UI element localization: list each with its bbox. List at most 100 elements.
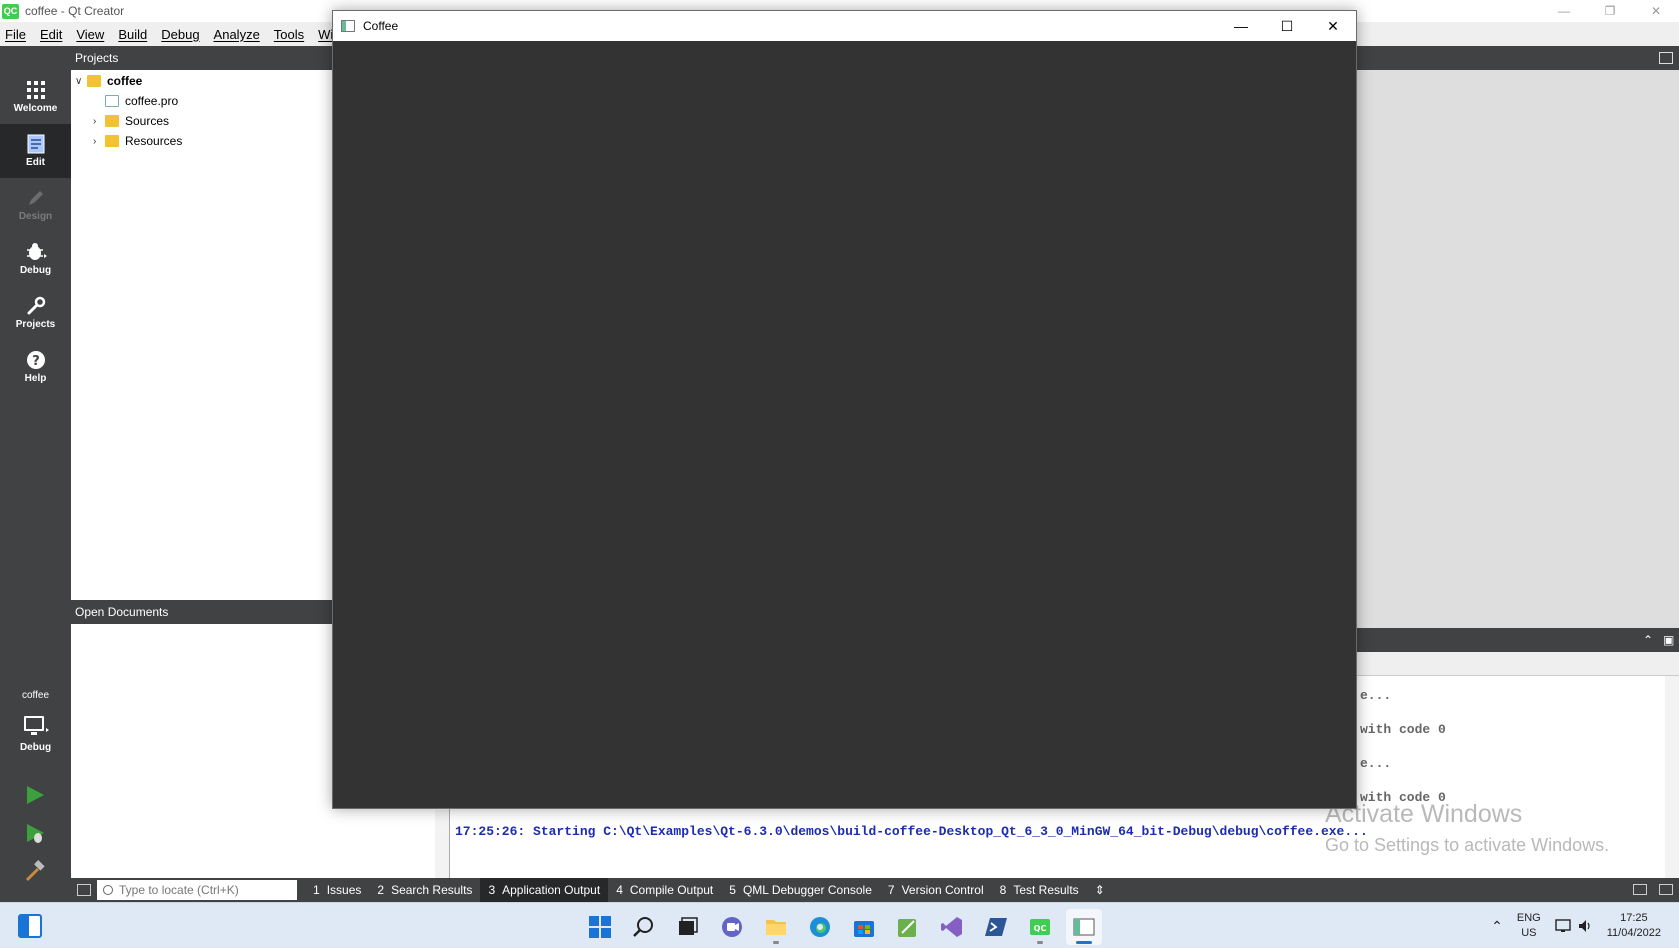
project-folder-icon <box>87 75 101 87</box>
system-tray: ⌃ ENG US 17:25 11/04/2022 <box>1491 911 1661 941</box>
toggle-right-sidebar-icon[interactable] <box>1659 884 1673 895</box>
maximize-button[interactable]: ☐ <box>1264 11 1310 41</box>
output-line: e... <box>1360 688 1392 703</box>
output-left-scrollbar[interactable] <box>435 810 449 878</box>
output-scrollbar[interactable] <box>1665 676 1679 878</box>
menu-tools[interactable]: Tools <box>274 27 304 42</box>
tree-item-sources[interactable]: › Sources <box>93 111 169 131</box>
coffee-window-controls: — ☐ ✕ <box>1218 11 1356 41</box>
search-icon <box>103 885 113 895</box>
split-editor-icon[interactable] <box>1659 52 1673 64</box>
locator-input[interactable]: Type to locate (Ctrl+K) <box>97 880 297 900</box>
tab-issues[interactable]: 1 Issues <box>305 878 369 902</box>
chevron-right-icon[interactable]: › <box>93 116 105 127</box>
tree-item-resources[interactable]: › Resources <box>93 131 182 151</box>
minimize-button[interactable]: — <box>1218 11 1264 41</box>
menu-analyze[interactable]: Analyze <box>214 27 260 42</box>
store-icon[interactable] <box>846 909 882 945</box>
widgets-icon[interactable] <box>18 914 42 938</box>
output-line: with code 0 <box>1360 722 1446 737</box>
task-view-icon[interactable] <box>670 909 706 945</box>
mode-edit[interactable]: Edit <box>0 124 71 178</box>
progress-details-icon[interactable] <box>1633 884 1647 895</box>
more-tabs-icon[interactable]: ⇕ <box>1087 878 1113 902</box>
statusbar-right-controls <box>1633 884 1673 895</box>
build-button[interactable] <box>22 858 48 884</box>
language-indicator[interactable]: ENG US <box>1517 911 1541 941</box>
output-line: e... <box>1360 756 1392 771</box>
hammer-icon <box>25 860 45 882</box>
coffee-app-icon[interactable] <box>1066 909 1102 945</box>
window-title: coffee - Qt Creator <box>25 4 125 18</box>
tab-compile-output[interactable]: 4 Compile Output <box>608 878 721 902</box>
project-tree: ∨ coffee coffee.pro › Sources › Resource… <box>71 70 333 598</box>
tree-item-coffee[interactable]: ∨ coffee <box>75 71 142 91</box>
network-volume-icon[interactable] <box>1555 918 1593 934</box>
tab-qml-debugger-console[interactable]: 5 QML Debugger Console <box>721 878 880 902</box>
chat-icon[interactable] <box>714 909 750 945</box>
chevron-down-icon[interactable]: ∨ <box>75 76 87 87</box>
windows-taskbar: QC ⌃ ENG US 17:25 11/04/2022 <box>0 902 1679 948</box>
kit-project-name: coffee <box>21 690 50 701</box>
menu-file[interactable]: File <box>5 27 26 42</box>
app-icon[interactable] <box>890 909 926 945</box>
mode-debug[interactable]: Debug <box>0 232 71 286</box>
svg-text:QC: QC <box>1034 924 1047 933</box>
app-window-icon <box>341 20 355 32</box>
close-pane-icon[interactable]: ▣ <box>1663 633 1674 647</box>
chevron-right-icon[interactable]: › <box>93 136 105 147</box>
qt-creator-icon[interactable]: QC <box>1022 909 1058 945</box>
pencil-icon <box>28 191 43 205</box>
tab-search-results[interactable]: 2 Search Results <box>369 878 480 902</box>
grid-icon <box>26 81 45 99</box>
edge-icon[interactable] <box>802 909 838 945</box>
visual-studio-icon[interactable] <box>934 909 970 945</box>
coffee-titlebar[interactable]: Coffee — ☐ ✕ <box>333 11 1356 41</box>
maximize-pane-icon[interactable]: ⌃ <box>1643 633 1653 647</box>
powershell-icon[interactable] <box>978 909 1014 945</box>
tab-test-results[interactable]: 8 Test Results <box>992 878 1087 902</box>
coffee-app-window[interactable]: Coffee — ☐ ✕ <box>332 10 1357 809</box>
search-icon[interactable] <box>626 909 662 945</box>
qt-creator-logo-icon: QC <box>2 3 19 19</box>
close-icon[interactable]: ✕ <box>1633 0 1679 22</box>
debug-run-button[interactable] <box>22 820 48 846</box>
menu-build[interactable]: Build <box>118 27 147 42</box>
pro-file-icon <box>105 95 119 107</box>
menu-edit[interactable]: Edit <box>40 27 62 42</box>
svg-text:?: ? <box>32 354 40 369</box>
sources-folder-icon <box>105 115 119 127</box>
taskbar-apps: QC <box>582 909 1102 945</box>
menu-debug[interactable]: Debug <box>161 27 199 42</box>
open-documents-list[interactable] <box>71 624 333 878</box>
qt-window-controls: — ❐ ✕ <box>1541 0 1679 22</box>
output-tabs-bar: Type to locate (Ctrl+K) 1 Issues 2 Search … <box>71 878 1679 902</box>
run-button[interactable] <box>22 782 48 808</box>
monitor-icon <box>23 716 49 735</box>
output-line: 17:25:26: Starting C:\Qt\Examples\Qt-6.3… <box>455 824 1368 839</box>
windows-start-icon[interactable] <box>582 909 618 945</box>
file-explorer-icon[interactable] <box>758 909 794 945</box>
activate-windows-subtitle: Go to Settings to activate Windows. <box>1325 835 1610 855</box>
mode-sidebar: Welcome Edit Design Debug Projects ? Hel… <box>0 46 71 902</box>
menu-view[interactable]: View <box>76 27 104 42</box>
mode-projects[interactable]: Projects <box>0 286 71 340</box>
close-button[interactable]: ✕ <box>1310 11 1356 41</box>
clock[interactable]: 17:25 11/04/2022 <box>1607 911 1661 941</box>
tab-version-control[interactable]: 7 Version Control <box>880 878 992 902</box>
edit-document-icon <box>27 134 44 154</box>
mode-help[interactable]: ? Help <box>0 340 71 394</box>
tab-application-output[interactable]: 3 Application Output <box>480 878 609 902</box>
minimize-icon[interactable]: — <box>1541 0 1587 22</box>
toggle-sidebar-icon[interactable] <box>77 884 91 896</box>
mode-design[interactable]: Design <box>0 178 71 232</box>
mode-welcome[interactable]: Welcome <box>0 70 71 124</box>
wrench-icon <box>27 296 45 315</box>
tree-item-coffee-pro[interactable]: coffee.pro <box>93 91 178 111</box>
resources-folder-icon <box>105 135 119 147</box>
restore-icon[interactable]: ❐ <box>1587 0 1633 22</box>
help-icon: ? <box>26 351 45 369</box>
kit-selector[interactable]: Debug <box>0 704 71 764</box>
chevron-up-icon[interactable]: ⌃ <box>1491 918 1503 935</box>
run-icon <box>27 786 44 804</box>
